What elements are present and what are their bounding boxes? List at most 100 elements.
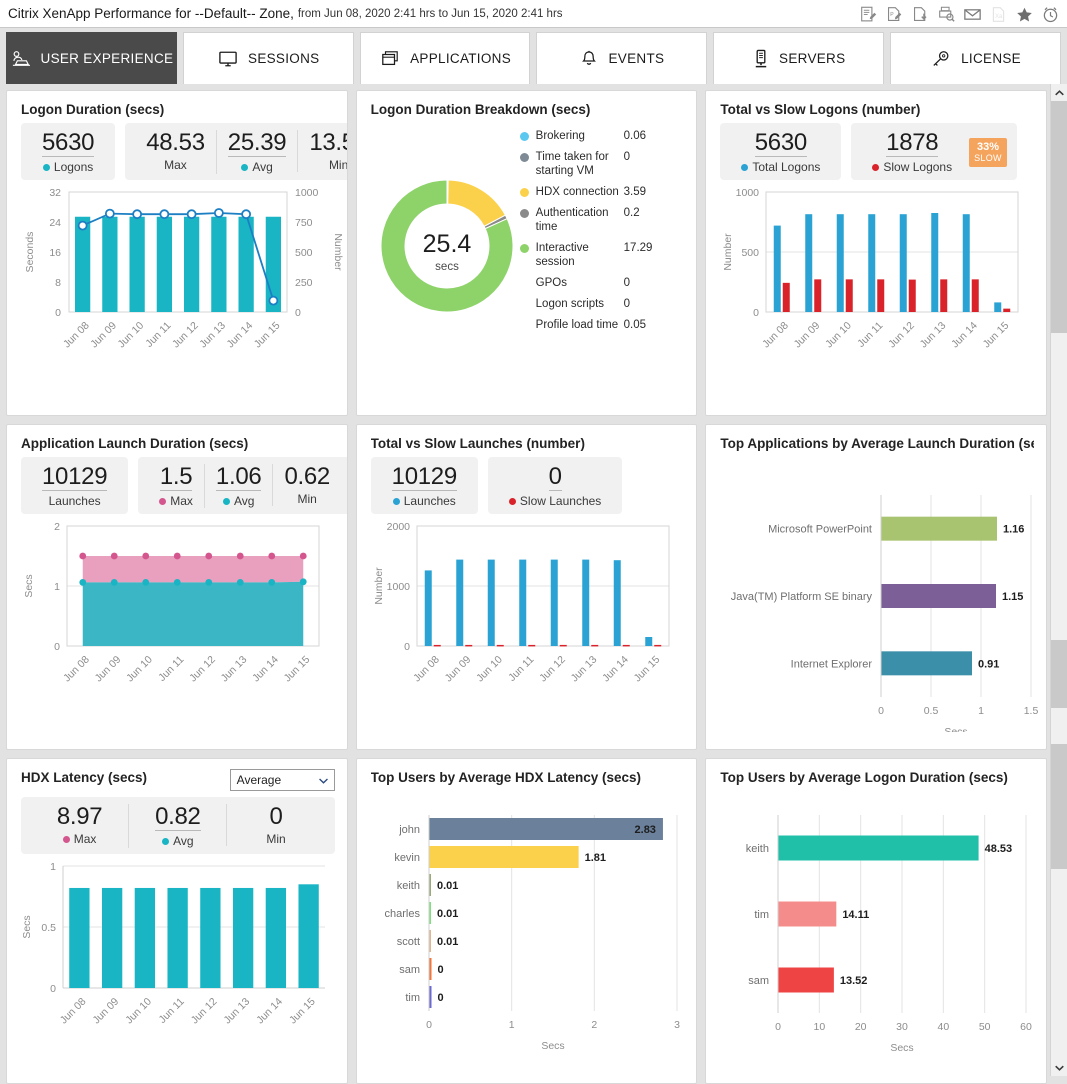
card-title: Application Launch Duration (secs) [21,436,249,451]
kpi-launches: 10129 Launches [370,457,478,515]
card-header: HDX Latency (secs) Average [19,769,335,791]
hdx-latency-chart: 00.51Jun 08 Jun 09 Jun 10 Jun 11 Jun 12 Jun 1… [21,861,325,1027]
legend-label: Time taken for starting VM [535,151,609,178]
kpi-value: 25.39 [227,129,287,158]
kpi-value: 0 [548,463,562,492]
legend-color-dot [519,188,529,198]
card-title: Top Applications by Average Launch Durat… [720,436,1034,451]
svg-text:Java(TM) Platform SE binary: Java(TM) Platform SE binary [731,591,873,603]
pdf-edit-icon[interactable]: P [886,6,903,23]
tab-license[interactable]: LICENSE [890,32,1061,84]
svg-text:0.01: 0.01 [437,908,458,920]
scroll-thumb[interactable] [1051,101,1067,333]
alarm-clock-icon[interactable] [1042,6,1059,23]
kpi-label: Min [266,832,286,847]
svg-text:Jun 10: Jun 10 [474,654,505,685]
title-bar: Citrix XenApp Performance for --Default-… [0,0,1067,28]
svg-text:0: 0 [295,307,301,319]
svg-text:Jun 11: Jun 11 [506,654,536,684]
svg-text:0.5: 0.5 [924,705,939,717]
legend-item: Authentication time 0.2 [519,206,685,234]
legend-value: 0.2 [623,207,640,220]
tab-user-experience[interactable]: USER EXPERIENCE [6,32,177,84]
svg-text:1000: 1000 [386,581,410,593]
print-preview-icon[interactable] [938,6,955,23]
svg-text:kevin: kevin [394,852,420,864]
svg-text:Jun 13: Jun 13 [219,654,250,685]
tab-servers[interactable]: SERVERS [713,32,885,84]
kpi-row: 8.97 Max 0.82 Avg 0 Min [21,797,335,855]
report-edit-icon[interactable] [860,6,877,23]
page-title: Citrix XenApp Performance for --Default-… [8,6,294,21]
svg-text:1000: 1000 [736,187,760,199]
svg-text:60: 60 [1020,1021,1032,1033]
svg-text:john: john [398,824,420,836]
svg-text:1.81: 1.81 [584,852,605,864]
svg-text:0: 0 [437,992,443,1004]
svg-text:keith: keith [746,843,769,855]
card-total-vs-slow-logons: Total vs Slow Logons (number) 5630 Total… [705,90,1047,416]
logon-breakdown-donut: 25.4 secs [380,179,514,313]
kpi-label: Max [159,494,193,508]
svg-text:0.91: 0.91 [978,658,999,670]
page-title-daterange: from Jun 08, 2020 2:41 hrs to Jun 15, 20… [297,7,563,20]
windows-stack-icon [379,50,401,68]
legend-value: 0.06 [623,130,647,142]
bell-icon [579,50,599,68]
scroll-thumb-2[interactable] [1051,640,1067,708]
legend-label: GPOs [535,277,567,290]
card-title: Total vs Slow Launches (number) [370,436,585,451]
kpi-label: Slow Logons [872,160,952,174]
kpi-value: 0.82 [155,803,201,832]
svg-text:Jun 08: Jun 08 [61,654,92,685]
svg-text:0: 0 [878,705,884,717]
hdx-metric-select[interactable]: Average [229,769,335,791]
vertical-scrollbar[interactable] [1050,84,1067,1076]
svg-text:2: 2 [54,521,60,533]
scroll-thumb-3[interactable] [1051,744,1067,869]
kpi-label: Logons [42,160,94,174]
scroll-down-button[interactable] [1051,1059,1067,1076]
svg-text:Jun 10: Jun 10 [123,996,154,1027]
kpi-value: 10129 [42,463,108,492]
legend-color-dot [520,300,529,309]
svg-text:Number: Number [373,567,385,605]
tab-sessions[interactable]: SESSIONS [182,32,354,84]
favorite-star-icon[interactable] [1016,6,1033,23]
kpi-value: 5630 [42,129,95,158]
svg-text:sam: sam [749,975,770,987]
svg-text:Jun 12: Jun 12 [187,654,218,685]
svg-text:1: 1 [508,1019,514,1031]
badge-text: SLOW [974,152,1002,163]
svg-text:tim: tim [405,992,420,1004]
svg-text:Jun 08: Jun 08 [58,996,89,1027]
tab-applications[interactable]: APPLICATIONS [359,32,531,84]
scroll-up-button[interactable] [1051,84,1067,101]
kpi-avg: 25.39 Avg [215,129,298,175]
tab-events[interactable]: EVENTS [536,32,708,84]
logon-duration-chart: 0 8 16 24 32 0 250 500 750 1000 Jun 08Jun 09Jun 10… [24,187,344,351]
email-icon[interactable] [964,6,981,23]
svg-text:Jun 14: Jun 14 [224,320,255,351]
dashboard-grid: Logon Duration (secs) 5630 Logons 48.53 … [0,84,1050,1084]
server-icon [752,49,770,68]
svg-text:Jun 12: Jun 12 [189,996,220,1027]
pdf-download-icon[interactable] [912,6,929,23]
svg-text:0: 0 [404,641,410,653]
kpi-value: 1878 [886,129,939,158]
kpi-label: Slow Launches [508,494,601,508]
kpi-row: 5630 Logons 48.53 Max 25.39 Avg 13.52 Mi… [21,123,347,181]
svg-text:sam: sam [399,964,420,976]
card-logon-duration: Logon Duration (secs) 5630 Logons 48.53 … [6,90,348,416]
legend-color-dot [520,321,529,330]
svg-text:Jun 14: Jun 14 [600,654,631,685]
legend-label: Brokering [535,130,585,142]
svg-text:Jun 13: Jun 13 [221,996,252,1027]
app-launch-duration-chart: 012Jun 08 Jun 09 Jun 10 Jun 11 Jun 12 Jun 13 J… [23,521,320,685]
card-title: Total vs Slow Logons (number) [720,102,921,117]
svg-text:secs: secs [435,261,459,273]
kpi-launches: 10129 Launches [21,457,129,515]
svg-text:10: 10 [814,1021,826,1033]
kpi-label: Min [297,492,317,507]
legend-label: Interactive session [535,242,589,269]
